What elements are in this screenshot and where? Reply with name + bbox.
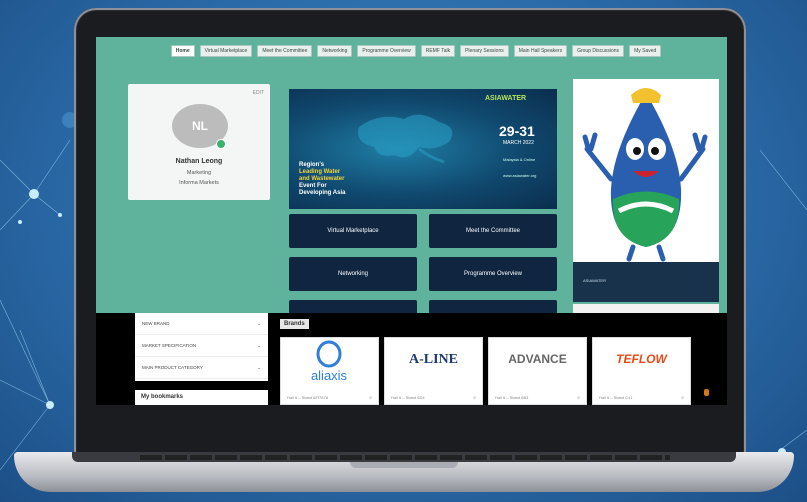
chevron-down-icon: ⌄ xyxy=(257,364,261,370)
chevron-down-icon: ⌄ xyxy=(257,320,261,326)
top-navigation: Home Virtual Marketplace Meet the Commit… xyxy=(136,45,696,57)
search-icon[interactable]: ⌕ xyxy=(369,395,372,401)
chevron-down-icon: ⌄ xyxy=(257,342,261,348)
mascot-ad[interactable] xyxy=(573,79,719,262)
asia-map-icon xyxy=(358,114,453,164)
banner-logo: ASIAWATER xyxy=(485,95,527,102)
banner-headline: Region's Leading Water and Wastewater Ev… xyxy=(299,162,346,196)
banner-website: www.asiawater.org xyxy=(503,173,537,178)
brands-label: Brands xyxy=(280,319,309,329)
nav-group-discussions[interactable]: Group Discussions xyxy=(572,45,625,57)
brand-card-teflow[interactable]: TEFLOW Hall 6 – Stand C41 ⌕ xyxy=(592,337,691,405)
brand-stand: Hall 6 – Stand C41 xyxy=(599,395,633,400)
search-icon[interactable]: ⌕ xyxy=(577,395,580,401)
laptop-notch xyxy=(350,462,458,468)
tile-programme-overview[interactable]: Programme Overview xyxy=(429,257,557,291)
chat-icon[interactable] xyxy=(704,389,709,396)
teflow-logo: TEFLOW xyxy=(616,352,667,366)
nav-my-saved[interactable]: My Saved xyxy=(629,45,662,57)
sponsor-strip[interactable]: ASIAWATER xyxy=(573,262,719,302)
brand-stand: Hall 6 – Stand 6D4 xyxy=(391,395,425,400)
nav-virtual-marketplace[interactable]: Virtual Marketplace xyxy=(199,45,253,57)
aline-logo: A-LINE xyxy=(408,352,458,367)
advance-logo: ADVANCE xyxy=(508,352,567,366)
bookmarks-panel[interactable]: My bookmarks xyxy=(135,390,268,405)
filter-market-specification[interactable]: MARKET SPECIFICATION ⌄ xyxy=(135,335,268,357)
laptop-keyboard xyxy=(140,455,670,460)
marketplace-section: NEW BRAND ⌄ MARKET SPECIFICATION ⌄ MAIN PR… xyxy=(96,313,727,405)
tile-meet-committee[interactable]: Meet the Committee xyxy=(429,214,557,248)
brand-stand: Hall 6 – Stand 6B3 xyxy=(495,395,529,400)
water-drop-mascot-icon xyxy=(582,88,708,262)
search-icon[interactable]: ⌕ xyxy=(473,395,476,401)
search-icon[interactable]: ⌕ xyxy=(681,395,684,401)
brand-card-advance[interactable]: ADVANCE Hall 6 – Stand 6B3 ⌕ xyxy=(488,337,587,405)
filter-main-product-category[interactable]: MAIN PRODUCT CATEGORY ⌄ xyxy=(135,357,268,379)
profile-role: Marketing xyxy=(186,170,212,176)
sponsor-label: ASIAWATER xyxy=(583,278,606,283)
filter-new-brand[interactable]: NEW BRAND ⌄ xyxy=(135,313,268,335)
nav-programme-overview[interactable]: Programme Overview xyxy=(357,45,416,57)
aliaxis-logo-icon: aliaxis xyxy=(311,340,348,383)
edit-profile-link[interactable]: EDIT xyxy=(253,90,264,96)
banner-venue: Malaysia & Online xyxy=(503,157,536,162)
brand-card-aliaxis[interactable]: aliaxis Hall 6 – Stand 6FI7878 ⌕ xyxy=(280,337,379,405)
profile-company: Informa Markets xyxy=(179,180,219,186)
tile-more-2[interactable] xyxy=(429,300,557,313)
online-status-icon xyxy=(216,139,226,149)
nav-plenary-sessions[interactable]: Plenary Sessions xyxy=(460,45,509,57)
nav-remf-talk[interactable]: REMF Talk xyxy=(420,45,456,57)
tile-networking[interactable]: Networking xyxy=(289,257,417,291)
event-site: Home Virtual Marketplace Meet the Commit… xyxy=(96,37,727,313)
banner-dates: 29-31 xyxy=(499,123,535,139)
nav-meet-committee[interactable]: Meet the Committee xyxy=(257,45,313,57)
nav-networking[interactable]: Networking xyxy=(317,45,353,57)
sponsor-strip-light xyxy=(573,304,719,313)
nav-main-hall-speakers[interactable]: Main Hall Speakers xyxy=(513,45,568,57)
profile-name: Nathan Leong xyxy=(175,158,223,165)
tile-more-1[interactable] xyxy=(289,300,417,313)
svg-text:aliaxis: aliaxis xyxy=(311,368,348,383)
brand-card-aline[interactable]: A-LINE Hall 6 – Stand 6D4 ⌕ xyxy=(384,337,483,405)
event-banner[interactable]: ASIAWATER Region's Leading Water and Was… xyxy=(289,89,557,209)
laptop-screen: Home Virtual Marketplace Meet the Commit… xyxy=(96,37,727,405)
banner-month: MARCH 2022 xyxy=(503,140,534,146)
filter-panel: NEW BRAND ⌄ MARKET SPECIFICATION ⌄ MAIN PR… xyxy=(135,313,268,381)
brand-stand: Hall 6 – Stand 6FI7878 xyxy=(287,395,328,400)
tile-virtual-marketplace[interactable]: Virtual Marketplace xyxy=(289,214,417,248)
profile-card: EDIT NL Nathan Leong Marketing Informa M… xyxy=(128,84,270,200)
nav-home[interactable]: Home xyxy=(170,45,195,57)
